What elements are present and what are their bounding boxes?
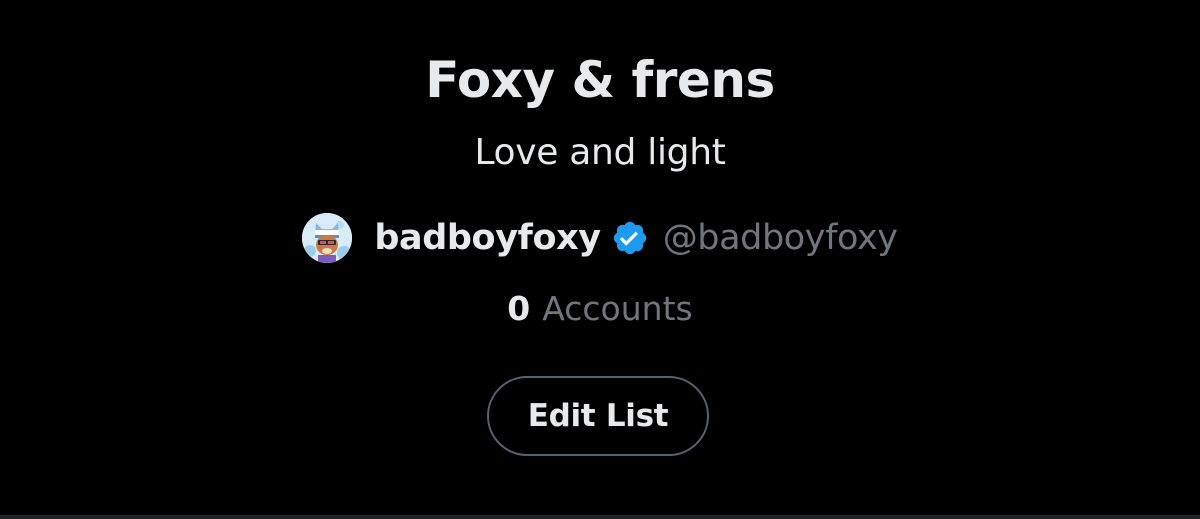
list-title: Foxy & frens — [425, 51, 775, 109]
list-description: Love and light — [474, 132, 726, 173]
list-header: Foxy & frens Love and light badboyfoxy @… — [0, 0, 1200, 519]
avatar-image — [302, 213, 353, 263]
edit-list-button[interactable]: Edit List — [487, 376, 709, 456]
owner-handle[interactable]: @badboyfoxy — [663, 210, 898, 266]
list-owner[interactable]: badboyfoxy @badboyfoxy — [0, 210, 1200, 266]
owner-name[interactable]: badboyfoxy — [374, 210, 601, 266]
avatar[interactable] — [302, 213, 353, 263]
verified-badge-icon — [611, 219, 649, 257]
accounts-count: 0 — [507, 289, 531, 328]
bottom-divider — [0, 515, 1200, 519]
accounts-label: Accounts — [542, 289, 693, 328]
accounts-count-link[interactable]: 0 Accounts — [0, 284, 1200, 334]
